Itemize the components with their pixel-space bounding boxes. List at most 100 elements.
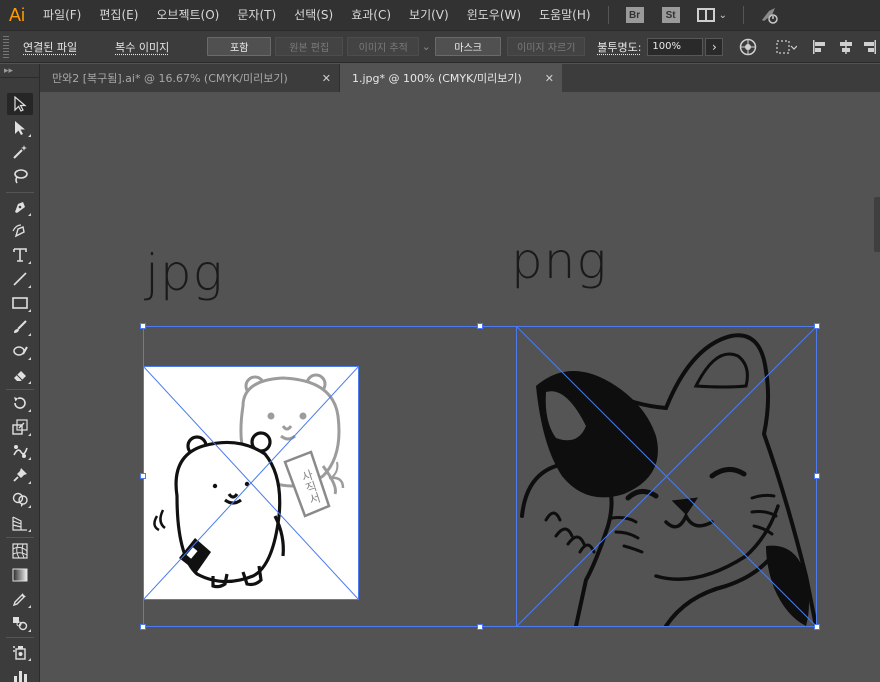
lasso-icon <box>14 169 28 184</box>
menu-object[interactable]: 오브젝트(O) <box>147 0 228 30</box>
tab-label: 1.jpg* @ 100% (CMYK/미리보기) <box>352 72 522 85</box>
submenu-corner <box>28 505 31 508</box>
pen-tool[interactable] <box>7 196 33 218</box>
align-center-icon <box>840 39 853 54</box>
resize-handle-top-right[interactable] <box>814 323 820 329</box>
vertical-scroll-handle[interactable] <box>874 197 880 252</box>
blend-tool[interactable] <box>7 612 33 634</box>
image-trace-button[interactable]: 이미지 추적 <box>347 37 420 56</box>
menu-effect[interactable]: 효과(C) <box>342 0 400 30</box>
image-mode-label[interactable]: 복수 이미지 <box>115 39 169 55</box>
menu-view[interactable]: 보기(V) <box>400 0 458 30</box>
layout-icon <box>696 8 715 22</box>
blend-icon <box>13 617 28 631</box>
shape-builder-tool[interactable] <box>7 488 33 510</box>
resize-handle-bottom-middle[interactable] <box>477 624 483 630</box>
menu-edit[interactable]: 편집(E) <box>90 0 147 30</box>
eraser-tool[interactable] <box>7 364 33 386</box>
linked-file-link[interactable]: 연결된 파일 <box>23 39 77 55</box>
resize-handle-bottom-right[interactable] <box>814 624 820 630</box>
crop-image-button[interactable]: 이미지 자르기 <box>507 37 586 56</box>
menu-type[interactable]: 문자(T) <box>228 0 285 30</box>
tool-separator <box>6 389 34 390</box>
symbol-sprayer-tool[interactable] <box>7 641 33 663</box>
submenu-corner <box>28 261 31 264</box>
type-tool[interactable] <box>7 244 33 266</box>
close-icon[interactable]: ✕ <box>545 72 554 85</box>
line-segment-tool[interactable] <box>7 268 33 290</box>
bridge-button[interactable]: Br <box>625 7 644 23</box>
jpg-label[interactable]: jpg <box>145 244 224 302</box>
scale-tool[interactable] <box>7 416 33 438</box>
lasso-tool[interactable] <box>7 165 33 187</box>
curvature-pen-icon <box>12 224 25 238</box>
menu-separator <box>742 6 744 24</box>
curvature-tool[interactable] <box>7 220 33 242</box>
menu-window[interactable]: 윈도우(W) <box>458 0 530 30</box>
rocket-icon <box>761 8 778 24</box>
align-left-button[interactable] <box>809 39 831 55</box>
opacity-expand-button[interactable]: › <box>705 37 724 56</box>
free-transform-tool[interactable] <box>7 464 33 486</box>
close-icon[interactable]: ✕ <box>322 72 331 85</box>
tool-separator <box>6 637 34 638</box>
mesh-tool[interactable] <box>7 540 33 562</box>
column-graph-tool[interactable] <box>7 665 33 682</box>
eyedropper-icon <box>12 593 26 607</box>
mask-button[interactable]: 마스크 <box>435 37 502 56</box>
transform-button[interactable] <box>773 39 799 55</box>
gradient-tool[interactable] <box>7 564 33 586</box>
paintbrush-tool[interactable] <box>7 316 33 338</box>
align-center-button[interactable] <box>835 39 857 55</box>
eyedropper-tool[interactable] <box>7 588 33 610</box>
png-image-cross-lines <box>516 326 817 627</box>
submenu-corner <box>28 309 31 312</box>
magic-wand-tool[interactable] <box>7 141 33 163</box>
panel-grip[interactable] <box>3 35 9 58</box>
resize-handle-middle-right[interactable] <box>814 473 820 479</box>
perspective-grid-tool[interactable] <box>7 512 33 534</box>
perspective-grid-icon <box>12 516 27 531</box>
menu-file[interactable]: 파일(F) <box>34 0 90 30</box>
opacity-label[interactable]: 불투명도: <box>597 39 641 55</box>
resize-handle-top-middle[interactable] <box>477 323 483 329</box>
gpu-performance-button[interactable] <box>758 4 780 26</box>
tool-separator <box>6 537 34 538</box>
align-right-icon <box>864 39 877 54</box>
eraser-icon <box>14 371 26 381</box>
puppet-warp-icon <box>13 445 28 458</box>
symbol-sprayer-icon <box>13 646 26 660</box>
menu-select[interactable]: 선택(S) <box>285 0 342 30</box>
resize-handle-middle-left[interactable] <box>140 473 146 479</box>
rectangle-tool[interactable] <box>7 292 33 314</box>
tab-document-recovered[interactable]: 만와2 [복구됨].ai* @ 16.67% (CMYK/미리보기) ✕ <box>40 64 340 92</box>
puppet-warp-tool[interactable] <box>7 440 33 462</box>
push-pin-icon <box>13 468 27 482</box>
bounding-box-icon <box>776 39 798 54</box>
tab-document-jpg[interactable]: 1.jpg* @ 100% (CMYK/미리보기) ✕ <box>340 64 562 92</box>
selection-arrow-icon <box>14 96 27 112</box>
opacity-field[interactable]: 100% <box>647 37 704 56</box>
shaper-tool[interactable] <box>7 340 33 362</box>
stock-button[interactable]: St <box>661 7 680 23</box>
png-label[interactable]: png <box>511 232 607 290</box>
tools-collapse-button[interactable]: ▸▸ <box>0 64 39 78</box>
resize-handle-top-left[interactable] <box>140 323 146 329</box>
recolor-button[interactable] <box>737 38 759 56</box>
edit-original-button[interactable]: 원본 편집 <box>275 37 344 56</box>
align-right-button[interactable] <box>861 39 877 55</box>
rotate-tool[interactable] <box>7 392 33 414</box>
shape-builder-icon <box>12 492 28 507</box>
workspace-layout-button[interactable]: ⌄ <box>696 8 727 22</box>
submenu-corner <box>28 629 31 632</box>
recolor-wheel-icon <box>740 38 757 55</box>
menu-help[interactable]: 도움말(H) <box>530 0 600 30</box>
trace-preset-dropdown[interactable]: ⌄ <box>419 40 433 53</box>
embed-button[interactable]: 포함 <box>207 37 272 56</box>
illustrator-window: Ai 파일(F) 편집(E) 오브젝트(O) 문자(T) 선택(S) 효과(C)… <box>0 0 880 682</box>
resize-handle-bottom-left[interactable] <box>140 624 146 630</box>
artboard-canvas[interactable]: jpg png 사직서 <box>41 92 880 682</box>
direct-selection-tool[interactable] <box>7 117 33 139</box>
menu-separator <box>607 6 609 24</box>
selection-tool[interactable] <box>7 93 33 115</box>
